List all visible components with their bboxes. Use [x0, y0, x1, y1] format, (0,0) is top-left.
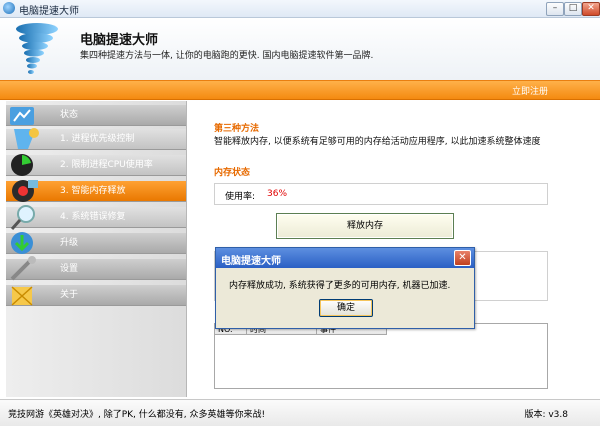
dialog-close-button[interactable]: ✕ [454, 250, 471, 266]
sidebar-item-repair[interactable]: 4. 系统错误修复 [6, 205, 186, 230]
sidebar-item-label: 3. 智能内存释放 [60, 186, 126, 196]
dialog-message: 内存释放成功, 系统获得了更多的可用内存, 机器已加速. [229, 281, 451, 291]
sidebar-item-memory[interactable]: 3. 智能内存释放 [6, 180, 186, 202]
method-title: 第三种方法 [214, 124, 260, 134]
sidebar-item-status[interactable]: 状态 [6, 105, 186, 126]
sidebar-item-label: 状态 [60, 110, 79, 120]
title-bar: 电脑提速大师 – □ ✕ [0, 0, 600, 18]
sidebar-item-about[interactable]: 关于 [6, 285, 186, 306]
about-icon [11, 286, 33, 306]
app-icon [3, 2, 15, 14]
dialog-ok-button[interactable]: 确定 [319, 299, 373, 317]
sidebar-item-label: 关于 [60, 290, 79, 300]
cpu-icon [11, 154, 33, 176]
app-header: 电脑提速大师 集四种提速方法与一体, 让你的电脑跑的更快. 国内电脑提速软件第一… [0, 18, 600, 80]
top-orange-bar: 立即注册 [0, 80, 600, 100]
method-description: 智能释放内存, 以便系统有足够可用的内存给活动应用程序, 以此加速系统整体速度 [214, 137, 541, 147]
usage-value: 36% [267, 189, 288, 199]
magnifier-icon [10, 205, 35, 230]
sidebar-item-upgrade[interactable]: 升级 [6, 232, 186, 254]
close-button[interactable]: ✕ [582, 2, 600, 16]
maximize-button[interactable]: □ [564, 2, 582, 16]
log-table: NO. 时间 事件 [214, 323, 548, 389]
release-memory-button[interactable]: 释放内存 [276, 213, 454, 239]
sidebar-item-label: 升级 [60, 238, 79, 248]
header-subtitle: 集四种提速方法与一体, 让你的电脑跑的更快. 国内电脑提速软件第一品牌. [80, 51, 374, 61]
sidebar-item-label: 设置 [60, 264, 79, 274]
window-title: 电脑提速大师 [19, 6, 79, 17]
memory-section-title: 内存状态 [214, 168, 251, 178]
sidebar-item-priority[interactable]: 1. 进程优先级控制 [6, 128, 186, 150]
minimize-button[interactable]: – [546, 2, 564, 16]
sidebar-item-settings[interactable]: 设置 [6, 256, 186, 281]
priority-icon [14, 128, 39, 149]
tornado-logo-icon [16, 23, 58, 74]
success-dialog: 电脑提速大师 ✕ 内存释放成功, 系统获得了更多的可用内存, 机器已加速. 确定 [215, 247, 475, 329]
sidebar: 状态 1. 进程优先级控制 2. 限制进程CPU使用率 3. 智能内存释放 4.… [6, 101, 187, 397]
status-bar: 竞技网游《英雄对决》, 除了PK, 什么都没有, 众多英雄等你来战! 版本: v… [0, 399, 600, 426]
memory-usage-box: 使用率: 36% [214, 183, 548, 205]
header-title: 电脑提速大师 [80, 33, 159, 48]
dialog-title: 电脑提速大师 [221, 256, 281, 267]
settings-icon [10, 256, 36, 281]
sidebar-item-label: 4. 系统错误修复 [60, 212, 126, 222]
register-link[interactable]: 立即注册 [512, 84, 548, 97]
usage-label: 使用率: [225, 192, 256, 202]
upgrade-icon [11, 232, 33, 254]
memory-icon [12, 180, 38, 202]
sidebar-item-label: 2. 限制进程CPU使用率 [60, 160, 153, 170]
version-label: 版本: v3.8 [524, 410, 568, 420]
sidebar-item-cpu[interactable]: 2. 限制进程CPU使用率 [6, 154, 186, 176]
ad-text[interactable]: 竞技网游《英雄对决》, 除了PK, 什么都没有, 众多英雄等你来战! [8, 407, 265, 420]
sidebar-item-label: 1. 进程优先级控制 [60, 134, 135, 144]
dialog-title-bar: 电脑提速大师 ✕ [216, 248, 474, 268]
